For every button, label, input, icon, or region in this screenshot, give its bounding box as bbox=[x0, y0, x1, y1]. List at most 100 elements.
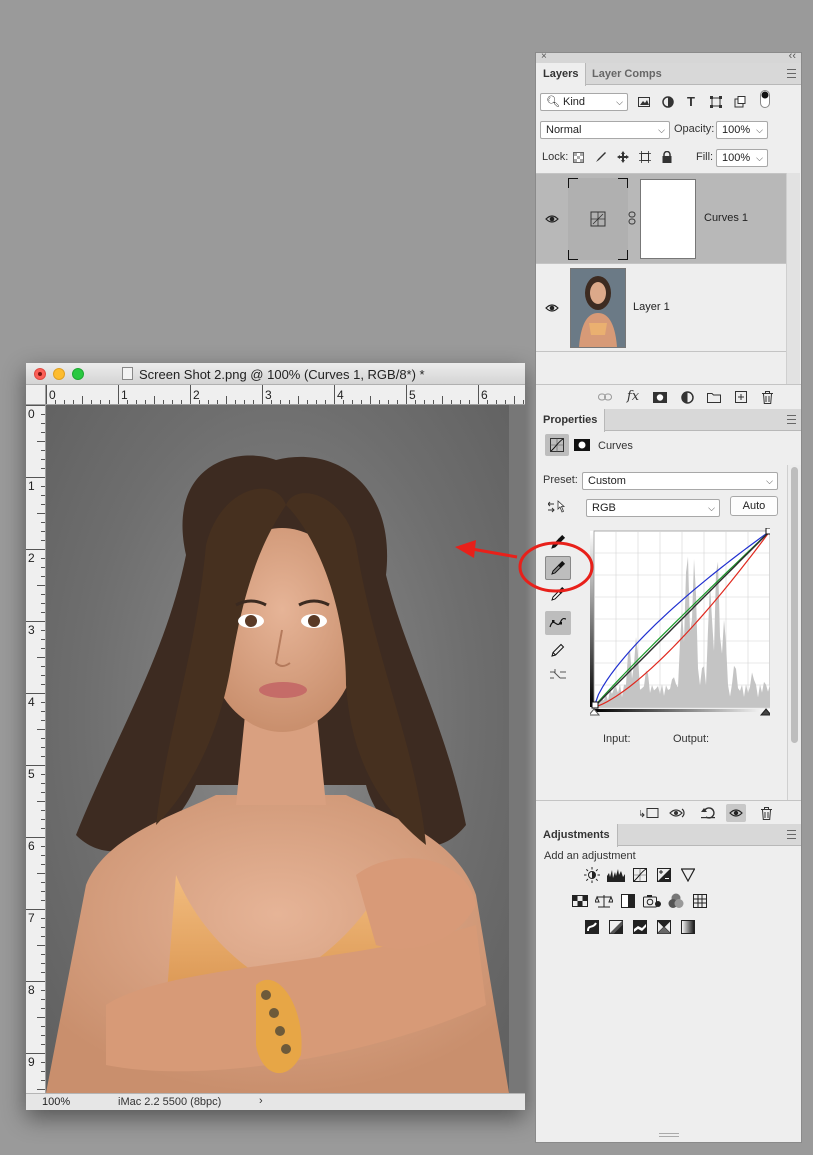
visibility-eye-icon[interactable] bbox=[545, 212, 559, 226]
smart-object-filter-icon[interactable] bbox=[732, 94, 748, 110]
sample-black-point-eyedropper-icon[interactable] bbox=[545, 530, 571, 554]
collapse-panel-icon[interactable]: ‹‹ bbox=[789, 50, 796, 62]
brightness-contrast-icon[interactable] bbox=[583, 867, 601, 883]
chain-link-icon[interactable] bbox=[626, 210, 638, 226]
document-window[interactable]: Screen Shot 2.png @ 100% (Curves 1, RGB/… bbox=[26, 363, 525, 1110]
ruler-label: 9 bbox=[28, 1055, 35, 1069]
threshold-icon[interactable] bbox=[631, 919, 649, 935]
layer-filter-select[interactable]: 🔍︎ Kind ⌵ bbox=[540, 93, 628, 111]
ruler-minor-tick bbox=[37, 1089, 45, 1090]
photo-filter-icon[interactable] bbox=[643, 893, 661, 909]
properties-panel-menu-icon[interactable] bbox=[787, 415, 796, 424]
levels-icon[interactable] bbox=[607, 867, 625, 883]
ruler-major-tick bbox=[26, 405, 45, 406]
zoom-level[interactable]: 100% bbox=[42, 1096, 70, 1108]
black-white-icon[interactable] bbox=[619, 893, 637, 909]
preset-select[interactable]: Custom ⌵ bbox=[582, 472, 778, 490]
lock-image-pixels-icon[interactable] bbox=[593, 149, 609, 165]
posterize-icon[interactable] bbox=[607, 919, 625, 935]
blend-mode-select[interactable]: Normal ⌵ bbox=[540, 121, 670, 139]
color-balance-icon[interactable] bbox=[595, 893, 613, 909]
pencil-icon[interactable] bbox=[545, 638, 571, 662]
mask-icon[interactable] bbox=[652, 389, 668, 405]
lock-all-icon[interactable] bbox=[659, 149, 675, 165]
type-filter-icon[interactable]: T bbox=[683, 93, 699, 109]
reset-icon[interactable] bbox=[700, 805, 716, 821]
curves-graph[interactable] bbox=[587, 527, 773, 716]
on-image-adjust-icon[interactable] bbox=[548, 499, 568, 515]
panel-stack-header[interactable]: × ‹‹ bbox=[536, 50, 801, 63]
window-minimize-button[interactable] bbox=[53, 368, 65, 380]
fill-field[interactable]: 100% ⌵ bbox=[716, 149, 768, 167]
layer-image-thumbnail[interactable] bbox=[570, 268, 626, 348]
adjustments-panel-menu-icon[interactable] bbox=[787, 830, 796, 839]
document-title-bar[interactable]: Screen Shot 2.png @ 100% (Curves 1, RGB/… bbox=[26, 363, 525, 385]
layer-mask-thumbnail[interactable] bbox=[640, 179, 696, 259]
status-menu-button[interactable]: › bbox=[259, 1095, 263, 1107]
ruler-origin[interactable] bbox=[26, 385, 46, 405]
layers-panel-menu-icon[interactable] bbox=[787, 69, 796, 78]
smooth-curve-icon[interactable] bbox=[545, 663, 571, 687]
ruler-minor-tick bbox=[487, 400, 488, 404]
channel-select[interactable]: RGB ⌵ bbox=[586, 499, 720, 517]
chevron-down-icon: ⌵ bbox=[616, 97, 623, 107]
new-layer-icon[interactable] bbox=[733, 389, 749, 405]
opacity-field[interactable]: 100% ⌵ bbox=[716, 121, 768, 139]
sample-gray-point-eyedropper-icon[interactable] bbox=[545, 556, 571, 580]
hue-saturation-icon[interactable] bbox=[571, 893, 589, 909]
curves-adjustment-icon[interactable] bbox=[545, 434, 569, 456]
properties-scrollbar[interactable] bbox=[787, 465, 801, 800]
sample-white-point-eyedropper-icon[interactable] bbox=[545, 582, 571, 606]
tab-layer-comps[interactable]: Layer Comps bbox=[585, 63, 669, 85]
ruler-minor-tick bbox=[244, 400, 245, 404]
document-canvas[interactable] bbox=[46, 405, 525, 1093]
lock-artboard-icon[interactable] bbox=[637, 149, 653, 165]
folder-icon[interactable] bbox=[706, 389, 722, 405]
layer-row-layer1[interactable]: Layer 1 bbox=[536, 264, 786, 352]
curves-icon[interactable] bbox=[631, 867, 649, 883]
tab-adjustments[interactable]: Adjustments bbox=[536, 824, 618, 847]
view-previous-state-icon[interactable] bbox=[669, 805, 689, 821]
invert-icon[interactable] bbox=[583, 919, 601, 935]
panel-resize-grip[interactable] bbox=[659, 1133, 679, 1137]
shape-filter-icon[interactable] bbox=[708, 94, 724, 110]
layer-name[interactable]: Curves 1 bbox=[704, 212, 748, 224]
auto-button[interactable]: Auto bbox=[730, 496, 778, 516]
layer-mask-properties-icon[interactable] bbox=[574, 437, 590, 453]
adjustment-icon[interactable] bbox=[679, 389, 695, 405]
lock-position-icon[interactable] bbox=[615, 149, 631, 165]
black-point-handle[interactable] bbox=[591, 701, 599, 709]
close-panel-icon[interactable]: × bbox=[541, 51, 547, 62]
lock-transparent-pixels-icon[interactable] bbox=[570, 149, 586, 165]
channel-mixer-icon[interactable] bbox=[667, 893, 685, 909]
color-lookup-icon[interactable] bbox=[691, 893, 709, 909]
link-icon[interactable] bbox=[597, 389, 613, 405]
trash-icon[interactable] bbox=[759, 389, 775, 405]
fx-icon[interactable]: fx bbox=[625, 388, 641, 404]
clip-to-layer-icon[interactable] bbox=[640, 805, 660, 821]
layer-name[interactable]: Layer 1 bbox=[633, 301, 670, 313]
filter-toggle-icon[interactable] bbox=[757, 90, 773, 108]
tab-properties[interactable]: Properties bbox=[536, 409, 606, 432]
white-point-handle[interactable] bbox=[765, 527, 773, 535]
vertical-ruler[interactable]: 0 1 2 3 4 5 6 7 8 9 bbox=[26, 405, 46, 1093]
properties-scroll-thumb[interactable] bbox=[791, 467, 798, 743]
exposure-icon[interactable] bbox=[655, 867, 673, 883]
vibrance-icon[interactable] bbox=[679, 867, 697, 883]
curves-adjustment-thumbnail[interactable] bbox=[567, 177, 629, 261]
tab-layers[interactable]: Layers bbox=[536, 63, 587, 86]
adjustment-filter-icon[interactable] bbox=[660, 94, 676, 110]
pixel-filter-icon[interactable] bbox=[636, 94, 652, 110]
ruler-label: 6 bbox=[28, 839, 35, 853]
layer-row-curves[interactable]: Curves 1 bbox=[536, 174, 786, 264]
horizontal-ruler[interactable]: 0123456 bbox=[46, 385, 525, 405]
edit-points-curve-icon[interactable] bbox=[545, 611, 571, 635]
selective-color-icon[interactable] bbox=[655, 919, 673, 935]
gradient-map-icon[interactable] bbox=[679, 919, 697, 935]
layers-scrollbar[interactable] bbox=[786, 173, 800, 384]
visibility-eye-icon[interactable] bbox=[545, 301, 559, 315]
trash-icon[interactable] bbox=[758, 805, 774, 821]
toggle-visibility-eye-icon[interactable] bbox=[726, 804, 746, 822]
window-zoom-button[interactable] bbox=[72, 368, 84, 380]
window-close-button[interactable] bbox=[34, 368, 46, 380]
